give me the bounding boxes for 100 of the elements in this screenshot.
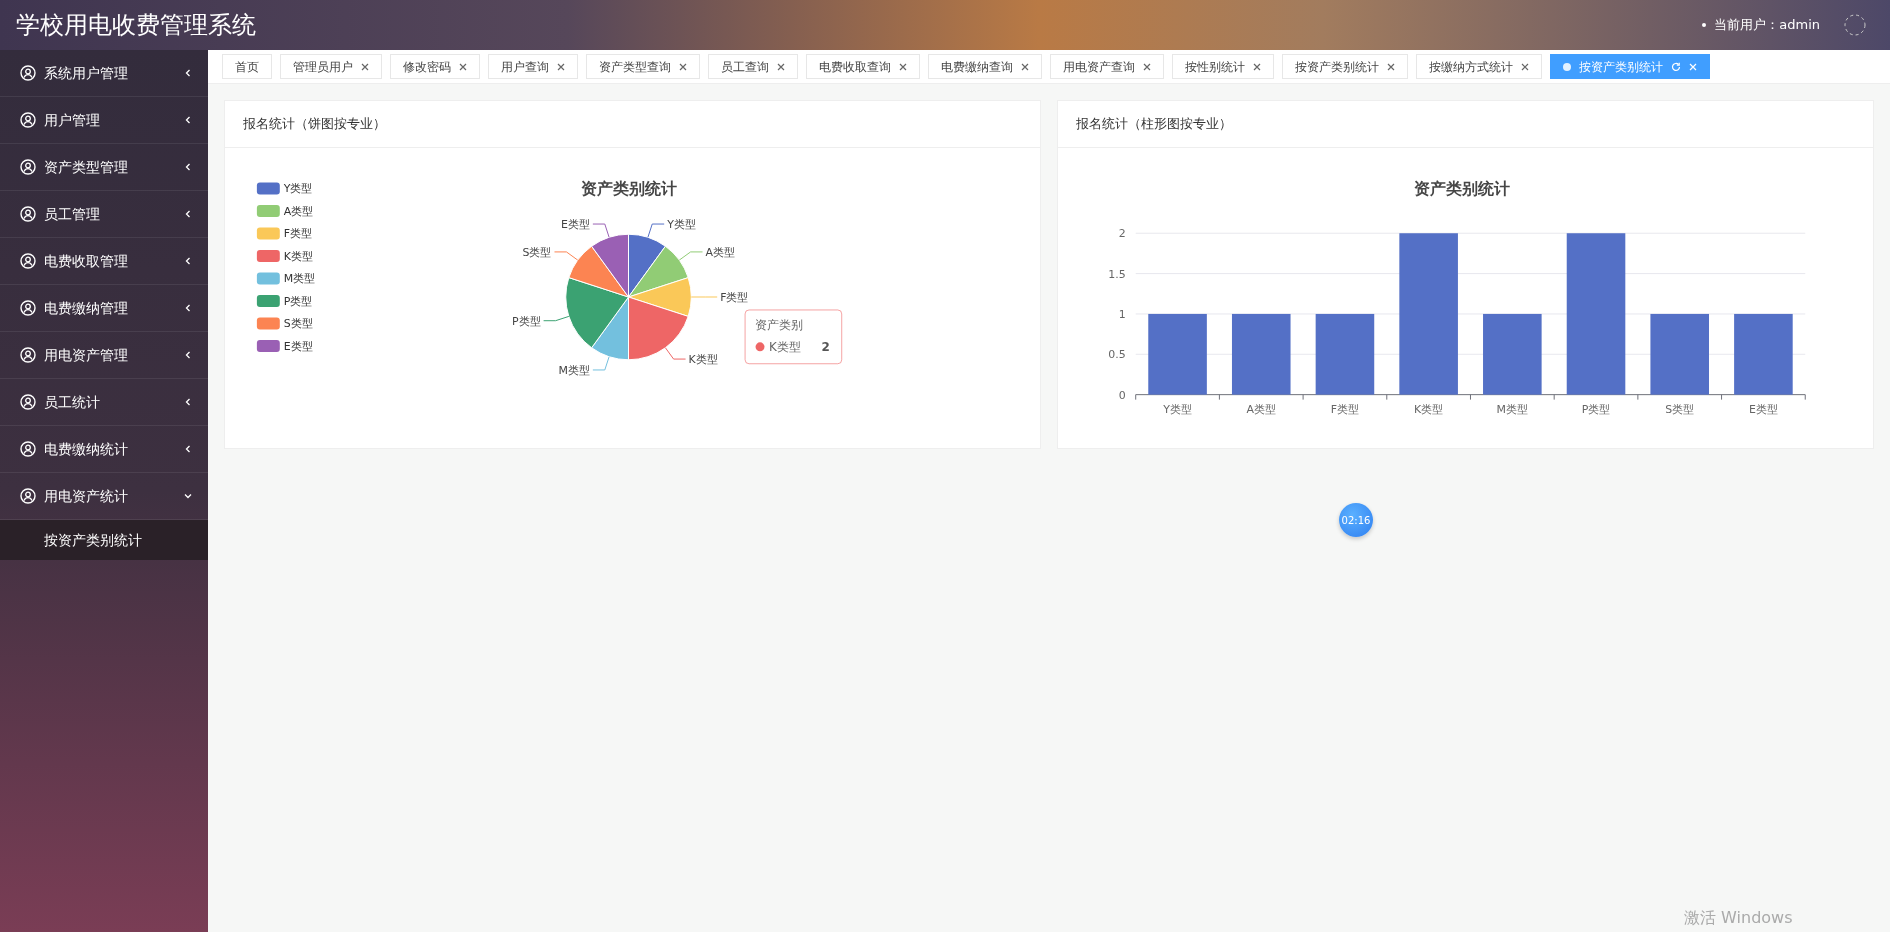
sidebar-label: 员工管理 <box>44 204 101 224</box>
sidebar-item[interactable]: 员工统计 <box>0 379 208 426</box>
tab[interactable]: 修改密码 <box>390 54 480 79</box>
bar[interactable] <box>1315 313 1375 395</box>
sidebar-item[interactable]: 员工管理 <box>0 191 208 238</box>
chart-title: 资产类别统计 <box>1413 179 1510 199</box>
pie-slice[interactable] <box>628 233 666 298</box>
user-icon <box>20 65 36 81</box>
bullet-icon <box>1702 23 1707 27</box>
bar[interactable] <box>1483 313 1542 395</box>
user-icon <box>20 488 36 504</box>
user-icon <box>20 394 36 410</box>
slice-label: P类型 <box>512 314 541 328</box>
legend-label: K类型 <box>283 249 313 263</box>
legend-label: P类型 <box>283 294 313 308</box>
pie-slice[interactable] <box>565 277 629 349</box>
tab[interactable]: 电费收取查询 <box>806 54 920 79</box>
axis-tick-label: 0 <box>1118 388 1126 402</box>
sidebar-item[interactable]: 电费收取管理 <box>0 238 208 285</box>
chevron-left-icon <box>184 210 192 218</box>
legend-swatch[interactable] <box>256 250 280 262</box>
dot-icon <box>1563 62 1571 71</box>
sidebar-item[interactable]: 系统用户管理 <box>0 50 208 97</box>
pie-slice[interactable] <box>628 245 689 298</box>
leader-line <box>664 347 687 360</box>
sidebar-subitem[interactable]: 按资产类别统计 <box>0 520 208 560</box>
legend-label: S类型 <box>283 317 313 331</box>
sidebar-item[interactable]: 用电资产管理 <box>0 332 208 379</box>
user-icon <box>20 300 36 316</box>
axis-category-label: P类型 <box>1581 402 1611 416</box>
tooltip-value: 2 <box>821 339 830 354</box>
legend-swatch[interactable] <box>256 295 280 307</box>
bar[interactable] <box>1148 313 1207 395</box>
bar[interactable] <box>1734 313 1793 395</box>
axis-category-label: E类型 <box>1748 402 1778 416</box>
tab[interactable]: 按缴纳方式统计 <box>1416 54 1542 79</box>
chevron-down-icon <box>184 492 192 500</box>
slice-label: E类型 <box>560 218 590 232</box>
sidebar-label: 用电资产管理 <box>44 345 129 365</box>
tab[interactable]: 资产类型查询 <box>586 54 700 79</box>
sidebar-item[interactable]: 电费缴纳统计 <box>0 426 208 473</box>
pie-slice[interactable] <box>591 233 629 298</box>
sidebar-label: 员工统计 <box>44 392 101 412</box>
sidebar-label: 用户管理 <box>44 110 101 130</box>
panel-title: 报名统计（柱形图按专业） <box>1058 101 1873 148</box>
avatar-icon <box>1844 14 1866 36</box>
sidebar-label: 电费缴纳统计 <box>44 439 129 459</box>
panel-title: 报名统计（饼图按专业） <box>225 101 1040 148</box>
chevron-left-icon <box>184 69 192 77</box>
leader-line <box>592 223 610 238</box>
tab[interactable]: 管理员用户 <box>280 54 382 79</box>
legend-swatch[interactable] <box>256 182 280 195</box>
tab[interactable]: 按性别统计 <box>1172 54 1274 79</box>
legend-swatch[interactable] <box>256 340 280 352</box>
bar[interactable] <box>1650 313 1709 395</box>
pie-slice[interactable] <box>591 296 629 361</box>
slice-label: F类型 <box>720 291 749 304</box>
tab[interactable]: 员工查询 <box>708 54 798 79</box>
sidebar-label: 系统用户管理 <box>44 63 129 83</box>
tab[interactable]: 用户查询 <box>488 54 578 79</box>
sidebar-item[interactable]: 资产类型管理 <box>0 144 208 191</box>
bar[interactable] <box>1566 233 1626 395</box>
sidebar-item[interactable]: 用户管理 <box>0 97 208 144</box>
tab[interactable]: 首页 <box>222 54 272 79</box>
leader-line <box>554 251 579 261</box>
chevron-left-icon <box>184 351 192 359</box>
slice-label: K类型 <box>688 353 718 367</box>
axis-category-label: A类型 <box>1246 402 1276 416</box>
chart-title: 资产类别统计 <box>580 179 677 199</box>
chevron-left-icon <box>184 163 192 171</box>
app-title: 学校用电收费管理系统 <box>16 10 256 41</box>
user-icon <box>20 441 36 457</box>
bar[interactable] <box>1231 313 1291 395</box>
pie-slice[interactable] <box>628 296 689 361</box>
axis-tick-label: 1 <box>1118 307 1126 321</box>
leader-line <box>647 223 665 238</box>
recording-timer: 02:16 <box>1339 503 1373 537</box>
legend-swatch[interactable] <box>256 227 280 240</box>
leader-line <box>592 356 610 371</box>
slice-label: A类型 <box>705 245 735 259</box>
legend-swatch[interactable] <box>256 204 280 217</box>
tab[interactable]: 电费缴纳查询 <box>928 54 1042 79</box>
sidebar-label: 资产类型管理 <box>44 157 129 177</box>
axis-category-label: Y类型 <box>1163 402 1192 416</box>
axis-category-label: M类型 <box>1496 402 1529 416</box>
legend-label: A类型 <box>283 204 314 218</box>
pie-slice[interactable] <box>628 277 692 317</box>
sidebar-item[interactable]: 电费缴纳管理 <box>0 285 208 332</box>
legend-swatch[interactable] <box>256 317 280 330</box>
tab[interactable]: 用电资产查询 <box>1050 54 1164 79</box>
sidebar-label: 用电资产统计 <box>44 486 129 506</box>
tab[interactable]: 按资产类别统计 <box>1282 54 1408 79</box>
current-user-label: 当前用户：admin <box>1714 16 1820 35</box>
slice-label: Y类型 <box>667 218 696 232</box>
leader-line <box>543 315 570 322</box>
pie-slice[interactable] <box>568 245 629 298</box>
user-icon <box>20 159 36 175</box>
user-icon <box>20 347 36 363</box>
leader-line <box>690 296 718 298</box>
legend-swatch[interactable] <box>256 272 280 285</box>
